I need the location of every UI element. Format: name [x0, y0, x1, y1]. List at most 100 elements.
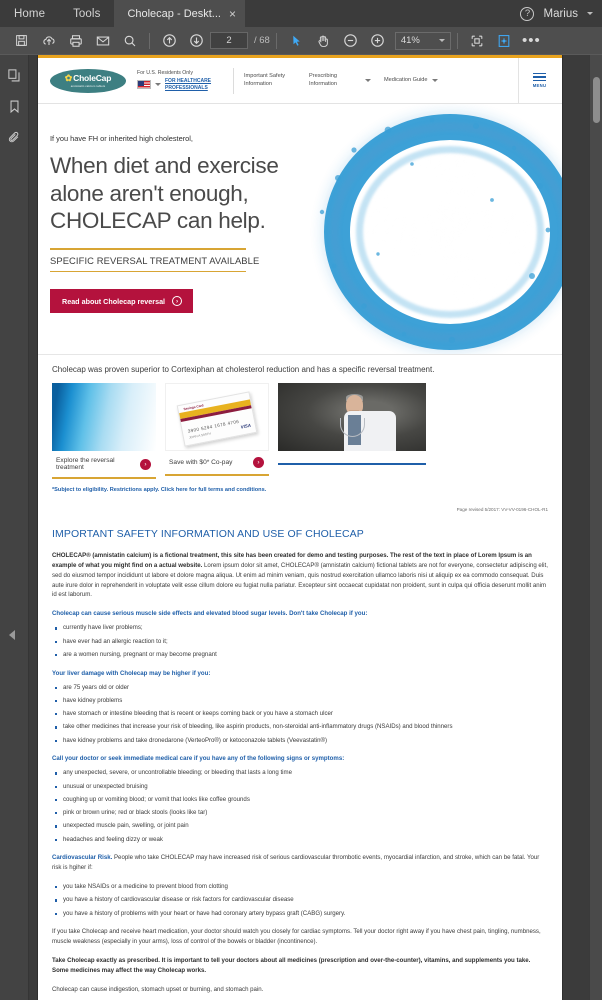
arrow-right-icon: › — [172, 296, 183, 307]
fit-page-icon[interactable] — [464, 29, 491, 53]
nav-medication-guide[interactable]: Medication Guide — [384, 77, 438, 85]
page-view-icon[interactable] — [491, 29, 518, 53]
page-number-input[interactable]: 2 — [210, 32, 248, 49]
isi-heading: IMPORTANT SAFETY INFORMATION AND USE OF … — [52, 528, 364, 540]
list-item: headaches and feeling dizzy or weak — [52, 835, 548, 845]
residents-block: For U.S. Residents Only FOR HEALTHCARE P… — [137, 70, 223, 91]
zoom-in-icon[interactable] — [364, 29, 391, 53]
help-icon[interactable]: ? — [520, 6, 535, 21]
arrow-right-icon[interactable]: › — [140, 458, 151, 470]
select-tool-icon[interactable] — [283, 29, 310, 53]
toolbar-divider-3 — [456, 32, 458, 49]
isi-bullet-list: are 75 years old or older have kidney pr… — [52, 683, 548, 746]
print-icon[interactable] — [62, 29, 89, 53]
prescribed-paragraph: Take Cholecap exactly as prescribed. It … — [52, 956, 531, 974]
cta-label: Read about Cholecap reversal — [62, 296, 166, 306]
previous-page-icon[interactable] — [156, 29, 183, 53]
isi-bullet-list: currently have liver problems; have ever… — [52, 623, 548, 659]
promo-footnote[interactable]: *Subject to eligibility. Restrictions ap… — [38, 479, 562, 493]
list-item: are a women nursing, pregnant or may bec… — [52, 650, 548, 660]
site-header: ✿ CholeCap amnistatin calcium tablets For… — [38, 57, 562, 104]
list-item: have ever had an allergic reaction to it… — [52, 637, 548, 647]
isi-section-title: Your liver damage with Cholecap may be h… — [52, 669, 211, 677]
chevron-down-icon[interactable] — [587, 12, 593, 15]
arrow-right-icon[interactable]: › — [253, 457, 264, 468]
hamburger-menu-button[interactable]: MENU — [518, 57, 560, 104]
isi-bullet-list: any unexpected, severe, or uncontrollabl… — [52, 768, 548, 844]
list-item: pink or brown urine; red or black stools… — [52, 808, 548, 818]
zoom-out-icon[interactable] — [337, 29, 364, 53]
zoom-level-select[interactable]: 41% — [394, 31, 451, 50]
promo-cards: Explore the reversal treatment › Savings… — [38, 383, 562, 479]
cardio-text: People who take CHOLECAP may have increa… — [52, 854, 540, 872]
header-divider — [233, 67, 234, 94]
site-nav: Important Safety Information Prescribing… — [244, 73, 438, 88]
collapse-sidebar-button[interactable] — [9, 630, 15, 640]
isi-section-title: Cholecap can cause serious muscle side e… — [52, 610, 368, 618]
list-item: have stomach or intestine bleeding that … — [52, 709, 548, 719]
heart-medication-paragraph: If you take Cholecap and receive heart m… — [52, 928, 541, 946]
hero-section: If you have FH or inherited high cholest… — [38, 104, 562, 354]
nav-prescribing-information[interactable]: Prescribing Information — [309, 73, 371, 88]
page-thumbnails-icon[interactable] — [5, 66, 23, 84]
tab-tools[interactable]: Tools — [59, 0, 114, 27]
list-item: have kidney problems — [52, 696, 548, 706]
upload-cloud-icon[interactable] — [35, 29, 62, 53]
list-item: are 75 years old or older — [52, 683, 548, 693]
vertical-scrollbar[interactable] — [589, 55, 602, 1000]
main-toolbar: 2 / 68 41% ••• — [0, 27, 602, 55]
cholecap-logo[interactable]: ✿ CholeCap amnistatin calcium tablets — [50, 68, 126, 93]
list-item: unusual or unexpected bruising — [52, 782, 548, 792]
search-icon[interactable] — [116, 29, 143, 53]
card-doctor-video[interactable] — [278, 383, 426, 479]
leaf-icon: ✿ — [64, 72, 73, 83]
list-item: you have a history of problems with your… — [52, 909, 548, 919]
promo-intro-text: Cholecap was proven superior to Cortexip… — [38, 354, 562, 383]
tab-tools-label: Tools — [73, 7, 101, 20]
document-scroll-area[interactable]: ✿ CholeCap amnistatin calcium tablets For… — [29, 55, 602, 1000]
chevron-down-icon[interactable] — [438, 39, 445, 42]
hero-headline: When diet and exercise alone aren't enou… — [50, 152, 350, 235]
isi-section-title: Call your doctor or seek immediate medic… — [52, 755, 345, 763]
card-copay-savings[interactable]: Savings Card 3900 5294 1678 4706 JOHN A … — [165, 383, 269, 479]
nav-label: Prescribing Information — [309, 72, 337, 87]
tab-document[interactable]: Cholecap - Deskt... × — [114, 0, 245, 27]
scrollbar-thumb[interactable] — [593, 77, 600, 123]
reversal-treatment-image — [52, 383, 156, 451]
savings-card-image: Savings Card 3900 5294 1678 4706 JOHN A … — [165, 383, 269, 451]
next-page-icon[interactable] — [183, 29, 210, 53]
savings-card-graphic: Savings Card 3900 5294 1678 4706 JOHN A … — [176, 391, 258, 447]
left-sidebar — [0, 55, 29, 1000]
card-reversal-treatment[interactable]: Explore the reversal treatment › — [52, 383, 156, 479]
list-item: you have a history of cardiovascular dis… — [52, 895, 548, 905]
toolbar-divider-2 — [275, 32, 277, 49]
close-icon[interactable]: × — [229, 8, 236, 20]
read-about-reversal-button[interactable]: Read about Cholecap reversal › — [50, 289, 194, 314]
nav-important-safety-information[interactable]: Important Safety Information — [244, 73, 296, 88]
isi-intro-paragraph: CHOLECAP® (amnistatin calcium) is a fict… — [52, 551, 548, 600]
hamburger-icon — [533, 72, 546, 82]
hcp-link[interactable]: FOR HEALTHCARE PROFESSIONALS — [165, 78, 223, 91]
user-name[interactable]: Marius — [543, 8, 578, 20]
water-splash-image — [324, 114, 562, 350]
email-icon[interactable] — [89, 29, 116, 53]
tab-home[interactable]: Home — [0, 0, 59, 27]
more-tools-icon[interactable]: ••• — [518, 29, 545, 53]
doctor-card-bar — [278, 451, 426, 465]
bookmarks-icon[interactable] — [5, 97, 23, 115]
divider-gold-top — [50, 248, 246, 250]
nav-label: Medication Guide — [384, 76, 428, 83]
logo-tagline: amnistatin calcium tablets — [70, 83, 106, 88]
attachments-icon[interactable] — [5, 128, 23, 146]
chevron-down-icon[interactable] — [155, 83, 161, 86]
hand-tool-icon[interactable] — [310, 29, 337, 53]
list-item: any unexpected, severe, or uncontrollabl… — [52, 768, 548, 778]
us-flag-icon — [137, 80, 151, 89]
pdf-page: ✿ CholeCap amnistatin calcium tablets For… — [38, 55, 562, 1000]
chevron-down-icon[interactable] — [431, 78, 438, 82]
menu-label: MENU — [532, 83, 547, 89]
chevron-down-icon[interactable] — [365, 79, 371, 82]
save-icon[interactable] — [8, 29, 35, 53]
headline-line-2: alone aren't enough, — [50, 180, 249, 206]
nav-label: Important Safety Information — [244, 72, 286, 87]
